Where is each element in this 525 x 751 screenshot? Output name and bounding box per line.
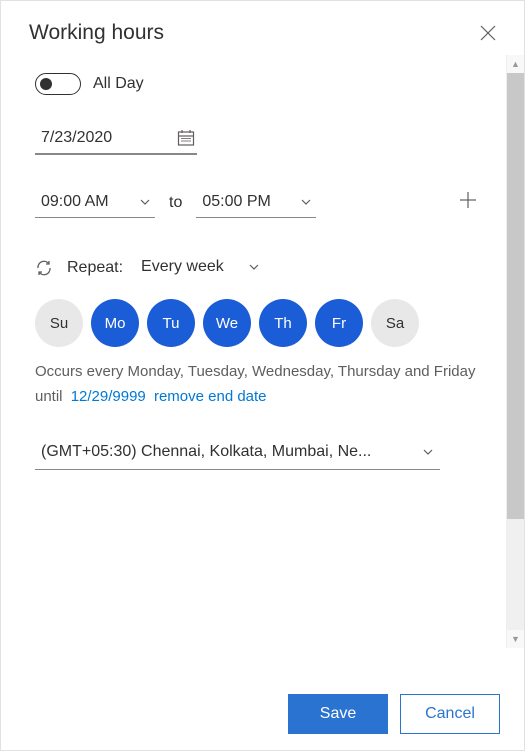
- cancel-button[interactable]: Cancel: [400, 694, 500, 734]
- timezone-value: (GMT+05:30) Chennai, Kolkata, Mumbai, Ne…: [41, 443, 371, 461]
- day-we[interactable]: We: [203, 299, 251, 347]
- until-prefix: until: [35, 388, 63, 405]
- toggle-knob: [40, 78, 52, 90]
- plus-icon: [458, 190, 478, 210]
- dialog-header: Working hours: [1, 1, 524, 55]
- save-button[interactable]: Save: [288, 694, 388, 734]
- working-hours-dialog: Working hours All Day 7/23/2020: [0, 0, 525, 751]
- time-row: 09:00 AM to 05:00 PM: [35, 187, 496, 218]
- repeat-select[interactable]: Every week: [137, 254, 264, 281]
- chevron-down-icon: [300, 196, 312, 208]
- add-time-button[interactable]: [458, 189, 478, 217]
- day-tu[interactable]: Tu: [147, 299, 195, 347]
- all-day-toggle[interactable]: [35, 73, 81, 95]
- scroll-track[interactable]: [507, 73, 524, 630]
- chevron-down-icon: [422, 446, 434, 458]
- end-time-value: 05:00 PM: [202, 193, 270, 211]
- start-time-field[interactable]: 09:00 AM: [35, 187, 155, 218]
- repeat-icon: [35, 259, 53, 277]
- recurrence-summary: Occurs every Monday, Tuesday, Wednesday,…: [35, 361, 496, 384]
- dialog-footer: Save Cancel: [1, 678, 524, 750]
- close-icon[interactable]: [480, 25, 496, 41]
- day-th[interactable]: Th: [259, 299, 307, 347]
- date-field[interactable]: 7/23/2020: [35, 123, 197, 155]
- repeat-value: Every week: [141, 258, 224, 276]
- timezone-field[interactable]: (GMT+05:30) Chennai, Kolkata, Mumbai, Ne…: [35, 435, 440, 470]
- scroll-down-arrow[interactable]: ▼: [507, 630, 524, 648]
- scroll-up-arrow[interactable]: ▲: [507, 55, 524, 73]
- day-su[interactable]: Su: [35, 299, 83, 347]
- day-fr[interactable]: Fr: [315, 299, 363, 347]
- until-date-link[interactable]: 12/29/9999: [71, 388, 146, 405]
- all-day-label: All Day: [93, 75, 144, 93]
- chevron-down-icon: [139, 196, 151, 208]
- until-row: until 12/29/9999 remove end date: [35, 388, 496, 405]
- start-time-value: 09:00 AM: [41, 193, 109, 211]
- scrollbar[interactable]: ▲ ▼: [506, 55, 524, 648]
- remove-end-date-link[interactable]: remove end date: [154, 388, 267, 405]
- day-mo[interactable]: Mo: [91, 299, 139, 347]
- scroll-thumb[interactable]: [507, 73, 524, 519]
- content-wrapper: All Day 7/23/2020 09:00 AM: [1, 55, 524, 648]
- date-value: 7/23/2020: [41, 129, 112, 147]
- day-sa[interactable]: Sa: [371, 299, 419, 347]
- days-row: Su Mo Tu We Th Fr Sa: [35, 299, 496, 347]
- end-time-field[interactable]: 05:00 PM: [196, 187, 316, 218]
- dialog-title: Working hours: [29, 21, 164, 45]
- chevron-down-icon: [248, 261, 260, 273]
- to-label: to: [169, 194, 182, 212]
- repeat-label: Repeat:: [67, 259, 123, 277]
- repeat-row: Repeat: Every week: [35, 254, 496, 281]
- all-day-row: All Day: [35, 73, 496, 95]
- calendar-icon[interactable]: [177, 129, 195, 147]
- dialog-content: All Day 7/23/2020 09:00 AM: [1, 55, 524, 648]
